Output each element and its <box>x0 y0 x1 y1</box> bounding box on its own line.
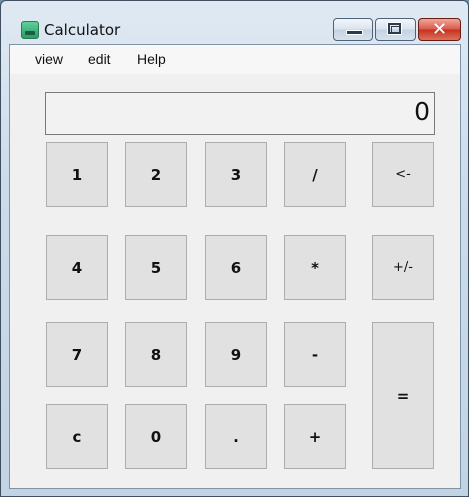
window-title: Calculator <box>44 21 121 39</box>
key-plus[interactable]: + <box>284 404 346 469</box>
close-icon: ✕ <box>431 19 448 40</box>
key-6[interactable]: 6 <box>205 235 267 300</box>
display-value: 0 <box>414 97 430 126</box>
menu-bar: view edit Help <box>10 45 460 74</box>
minimize-button[interactable] <box>333 18 373 41</box>
maximize-icon <box>387 22 402 35</box>
result-display: 0 <box>45 92 435 135</box>
key-0[interactable]: 0 <box>125 404 187 469</box>
key-9[interactable]: 9 <box>205 322 267 387</box>
title-bar[interactable]: Calculator ✕ <box>1 1 468 43</box>
key-7[interactable]: 7 <box>46 322 108 387</box>
key-2[interactable]: 2 <box>125 142 187 207</box>
menu-view[interactable]: view <box>35 51 63 67</box>
minimize-icon <box>346 30 363 35</box>
key-decimal[interactable]: . <box>205 404 267 469</box>
menu-edit[interactable]: edit <box>88 51 111 67</box>
key-3[interactable]: 3 <box>205 142 267 207</box>
key-8[interactable]: 8 <box>125 322 187 387</box>
key-divide[interactable]: / <box>284 142 346 207</box>
key-minus[interactable]: - <box>284 322 346 387</box>
key-equals[interactable]: = <box>372 322 434 469</box>
calculator-app-icon <box>21 21 39 39</box>
key-plus-minus[interactable]: +/- <box>372 235 434 300</box>
menu-help[interactable]: Help <box>137 51 166 67</box>
close-button[interactable]: ✕ <box>418 18 461 41</box>
key-1[interactable]: 1 <box>46 142 108 207</box>
key-4[interactable]: 4 <box>46 235 108 300</box>
calculator-body: view edit Help 0 1 2 3 / <- 4 5 6 * +/- … <box>9 44 461 489</box>
key-backspace[interactable]: <- <box>372 142 434 207</box>
maximize-button[interactable] <box>375 18 416 41</box>
key-5[interactable]: 5 <box>125 235 187 300</box>
key-clear[interactable]: c <box>46 404 108 469</box>
calculator-window: Calculator ✕ view edit Help 0 1 2 3 / <-… <box>0 0 469 497</box>
key-multiply[interactable]: * <box>284 235 346 300</box>
